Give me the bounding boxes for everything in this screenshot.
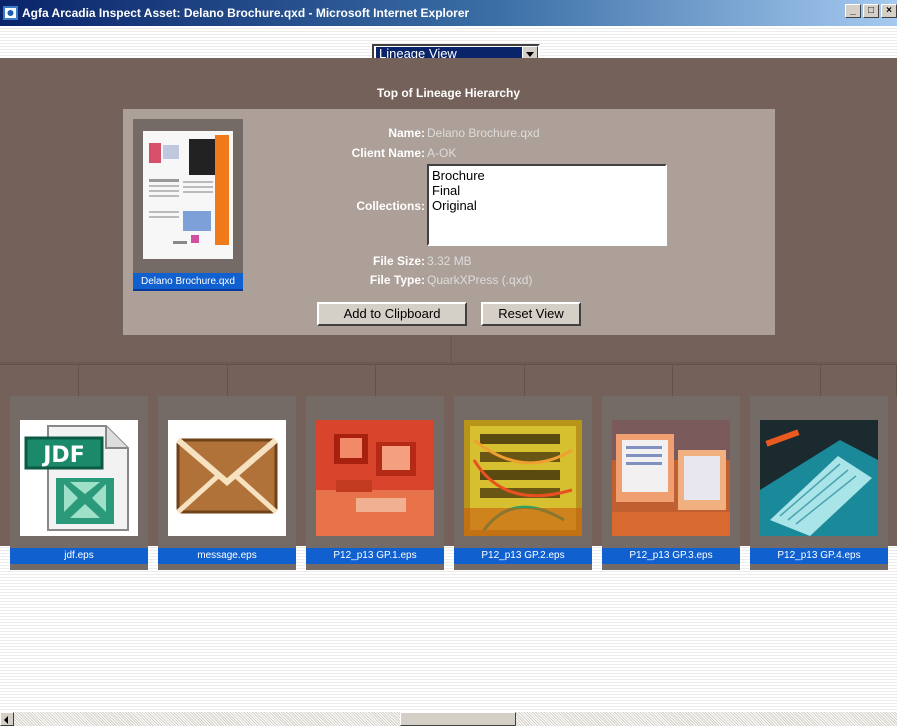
tree-segment (228, 364, 376, 396)
ie-icon (3, 6, 18, 20)
tree-segment (79, 364, 228, 396)
children-tab-row (0, 364, 897, 396)
child-asset-card[interactable]: P12_p13 GP.1.eps (306, 396, 444, 570)
file-type-value: QuarkXPress (.qxd) (427, 273, 533, 287)
photo-computers-red-thumbnail (316, 420, 434, 536)
close-button[interactable]: × (881, 4, 897, 18)
child-asset-caption: P12_p13 GP.2.eps (454, 548, 592, 564)
photo-notebook-teal-thumbnail (760, 420, 878, 536)
tree-segment (673, 364, 821, 396)
name-value: Delano Brochure.qxd (427, 126, 540, 140)
asset-info-panel: Delano Brochure.qxd Name: Delano Brochur… (123, 109, 775, 335)
file-size-label: File Size: (372, 254, 425, 268)
child-asset-card[interactable]: message.eps (158, 396, 296, 570)
collections-listbox[interactable]: Brochure Final Original (427, 164, 667, 246)
tree-segment (0, 364, 79, 396)
svg-text:JDF: JDF (41, 443, 84, 468)
collection-item[interactable]: Original (432, 198, 662, 213)
jdf-file-icon: JDF (20, 420, 138, 536)
scrollbar-thumb[interactable] (400, 712, 516, 726)
envelope-icon (168, 420, 286, 536)
brochure-thumbnail (143, 131, 233, 259)
child-asset-card[interactable]: JDF jdf.eps (10, 396, 148, 570)
child-asset-card[interactable]: P12_p13 GP.3.eps (602, 396, 740, 570)
maximize-button[interactable]: □ (863, 4, 879, 18)
horizontal-scrollbar[interactable] (0, 712, 897, 726)
window-title: Agfa Arcadia Inspect Asset: Delano Broch… (22, 6, 470, 20)
tree-segment (821, 364, 897, 396)
collection-item[interactable]: Final (432, 183, 662, 198)
tree-segment (525, 364, 673, 396)
tree-connector-vertical (450, 335, 452, 364)
child-asset-caption: P12_p13 GP.1.eps (306, 548, 444, 564)
window-titlebar: Agfa Arcadia Inspect Asset: Delano Broch… (0, 0, 897, 26)
file-type-label: File Type: (369, 273, 425, 287)
reset-view-button[interactable]: Reset View (481, 302, 581, 326)
child-asset-caption: P12_p13 GP.3.eps (602, 548, 740, 564)
name-label: Name: (388, 126, 425, 140)
add-to-clipboard-button[interactable]: Add to Clipboard (317, 302, 467, 326)
child-asset-card[interactable]: P12_p13 GP.2.eps (454, 396, 592, 570)
child-asset-card[interactable]: P12_p13 GP.4.eps (750, 396, 888, 570)
child-asset-caption: message.eps (158, 548, 296, 564)
child-asset-caption: jdf.eps (10, 548, 148, 564)
photo-cables-yellow-thumbnail (464, 420, 582, 536)
client-name-label: Client Name: (351, 146, 425, 160)
photo-monitors-orange-thumbnail (612, 420, 730, 536)
client-name-value: A-OK (427, 146, 457, 160)
tree-segment (376, 364, 525, 396)
file-size-value: 3.32 MB (427, 254, 472, 268)
child-asset-caption: P12_p13 GP.4.eps (750, 548, 888, 564)
collection-item[interactable]: Brochure (432, 168, 662, 183)
scroll-left-button[interactable] (0, 712, 14, 726)
lineage-title: Top of Lineage Hierarchy (376, 86, 521, 100)
minimize-button[interactable]: _ (845, 4, 861, 18)
collections-label: Collections: (356, 199, 425, 213)
